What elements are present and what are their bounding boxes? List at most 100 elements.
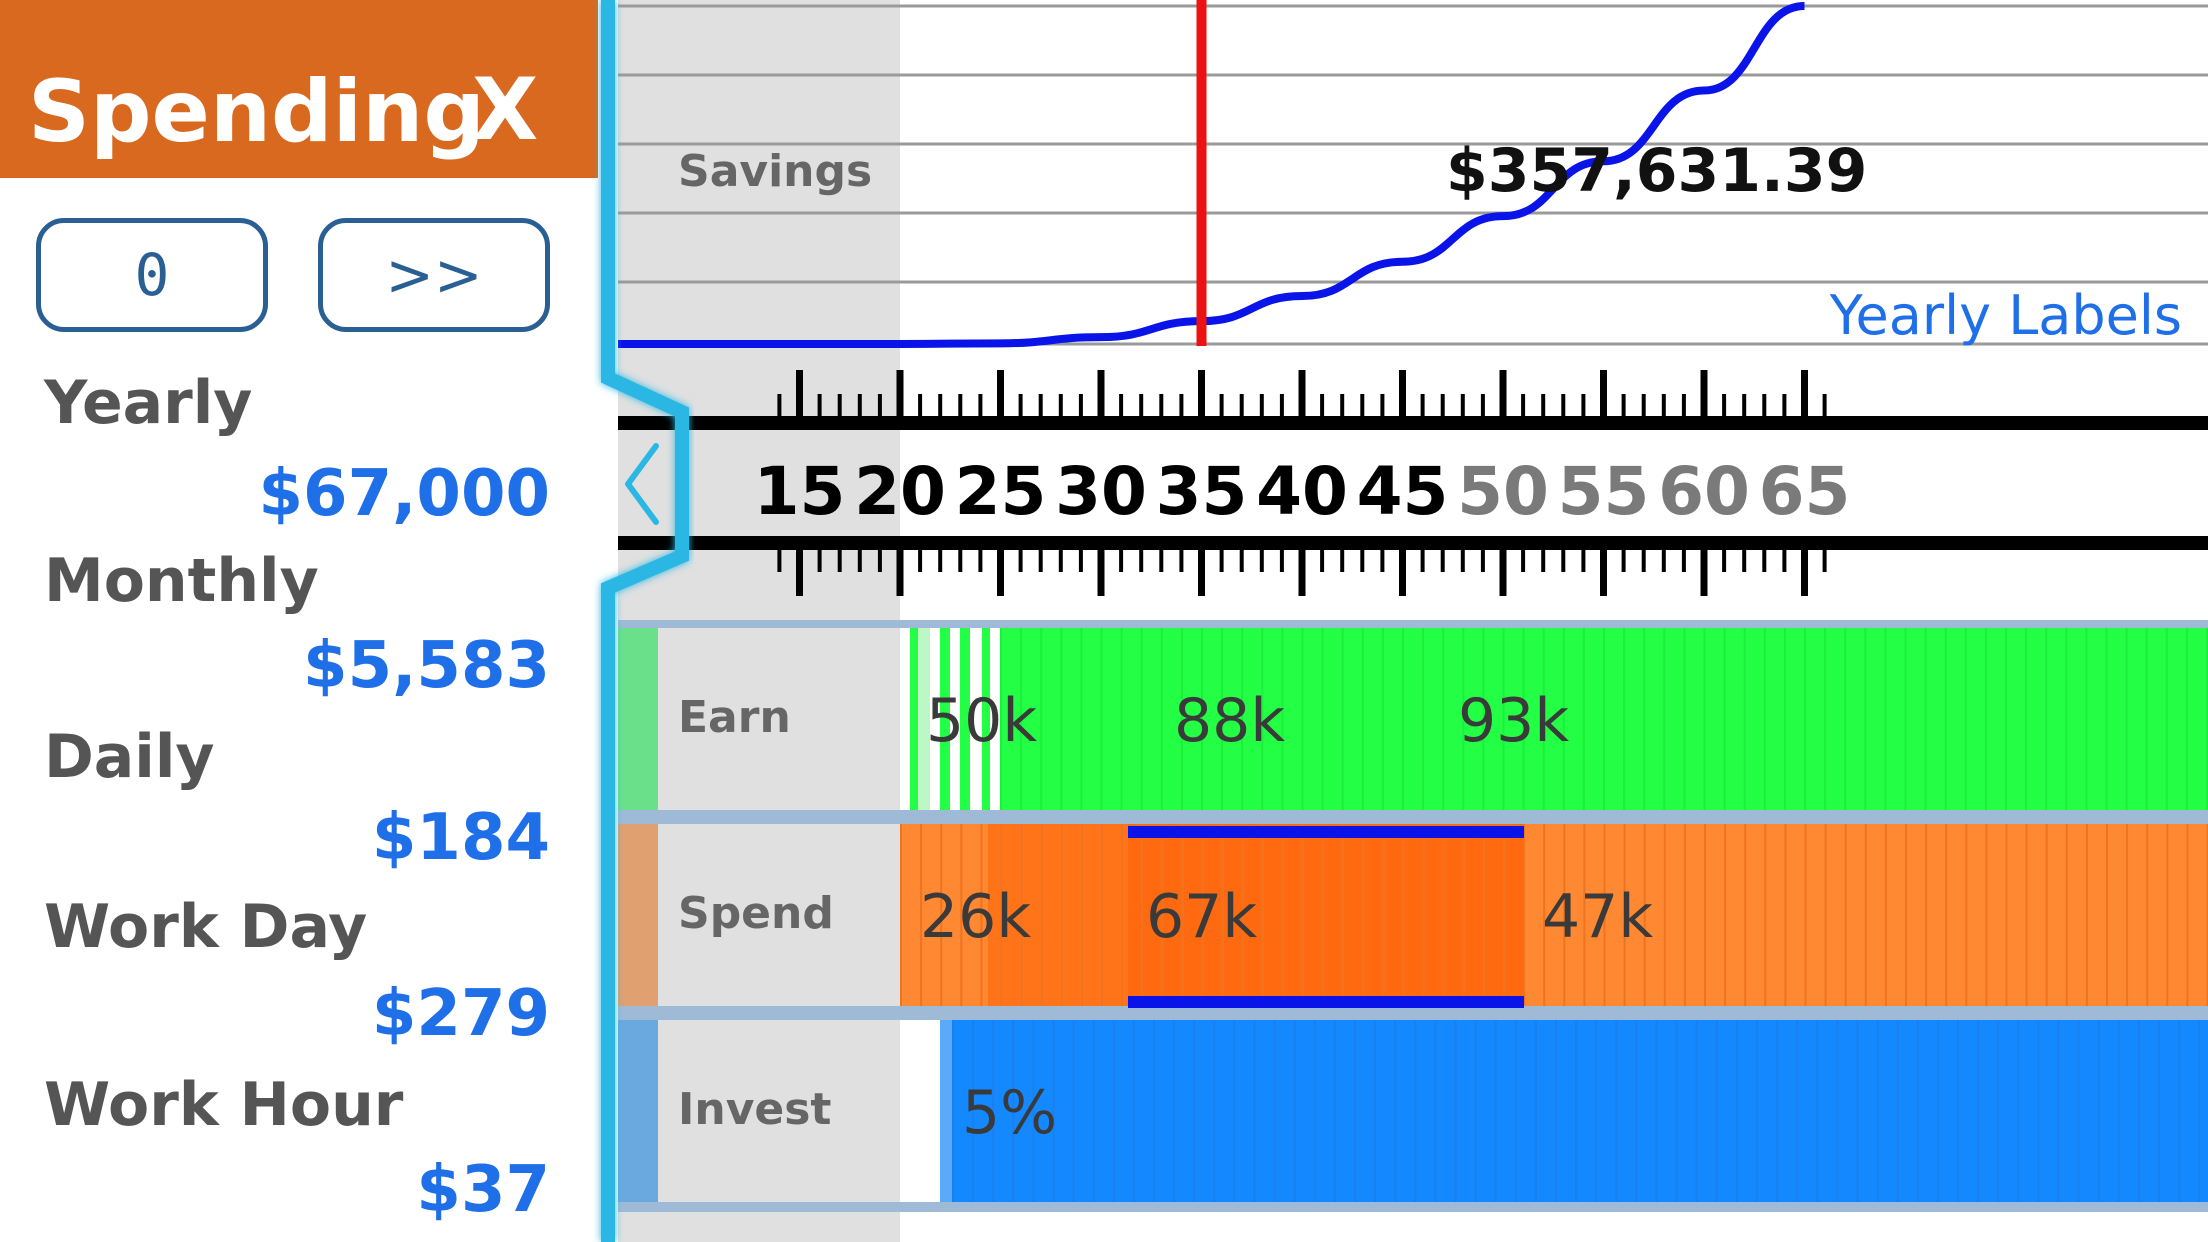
chevron-left-icon[interactable] [625,443,659,525]
year-stripe [1382,824,1385,1006]
work-hour-label: Work Hour [44,1070,404,1140]
earn-band[interactable]: Earn 50k 88k 93k [618,620,2208,816]
close-button[interactable]: X [472,60,538,160]
year-stripe [1160,628,1163,810]
year-stripe [1715,1020,1718,1202]
daily-label: Daily [44,722,215,792]
yearly-label: Yearly [44,368,253,438]
earn-value-3: 93k [1458,686,1570,756]
year-stripe [1924,628,1927,810]
year-stripe [1724,824,1727,1006]
year-stripe [2005,824,2008,1006]
year-stripe [1354,1020,1356,1202]
ruler-age-label: 40 [1256,453,1348,530]
year-stripe [1964,628,1967,810]
work-day-value[interactable]: $279 [372,976,550,1052]
year-stripe [1321,628,1324,810]
year-stripe [1735,1020,1738,1202]
year-stripe [1374,1020,1377,1202]
year-stripe [2037,1020,2040,1202]
year-stripe [2198,1020,2201,1202]
year-stripe [1977,1020,1980,1202]
year-stripe [1703,628,1706,810]
invest-band[interactable]: Invest 5% [618,1012,2208,1212]
year-stripe [1293,1020,1296,1202]
year-stripe [1394,1020,1397,1202]
reset-zero-button[interactable]: 0 [36,218,268,332]
work-day-label: Work Day [44,892,368,962]
year-stripe [900,824,902,1006]
year-stripe [1844,824,1847,1006]
yearly-labels-link[interactable]: Yearly Labels [1830,286,2182,346]
ruler-age-label: 25 [955,453,1047,530]
year-stripe [1233,1020,1236,1202]
year-stripe [2145,628,2148,810]
invest-band-fill [618,1012,2208,1212]
year-stripe [1904,628,1907,810]
year-stripe [2158,1020,2160,1202]
year-stripe [1864,824,1867,1006]
year-stripe [2105,628,2108,810]
year-stripe [1623,628,1626,810]
timeline-area: Savings $357,631.39 Yearly Labels 15 20 25… [618,0,2208,1242]
ruler-age-label: 50 [1457,453,1549,530]
year-stripe [1582,628,1585,810]
year-stripe [1060,824,1063,1006]
year-stripe [1844,628,1847,810]
year-stripe [2057,1020,2060,1202]
year-stripe [1944,628,1947,810]
year-stripe [1153,1020,1155,1202]
year-stripe [1503,824,1505,1006]
year-stripe [1603,628,1605,810]
savings-value: $357,631.39 [1446,136,1868,206]
year-stripe [2045,824,2048,1006]
yearly-value[interactable]: $67,000 [259,456,551,532]
year-stripe [1965,824,1968,1006]
year-stripe [1213,1020,1216,1202]
year-stripe [2165,628,2168,810]
year-stripe [1434,1020,1437,1202]
year-stripe [2085,628,2088,810]
year-stripe [2085,824,2088,1006]
spend-selection-top [1128,826,1524,838]
year-stripe [1884,628,1887,810]
year-stripe [2185,628,2188,810]
year-stripe [1112,1020,1115,1202]
daily-value[interactable]: $184 [372,800,550,876]
year-stripe [2137,1020,2140,1202]
year-stripe [1723,628,1726,810]
year-stripe [1381,628,1384,810]
year-stripe [1896,1020,1899,1202]
age-ruler[interactable]: 15 20 25 30 35 40 45 50 55 60 65 [618,350,2208,616]
year-stripe [1925,824,1928,1006]
spend-band[interactable]: Spend 26k 67k 47k [618,816,2208,1012]
year-stripe [1864,628,1867,810]
year-stripe [1442,824,1445,1006]
monthly-value[interactable]: $5,583 [303,628,550,704]
year-stripe [2065,628,2068,810]
panel-divider [601,0,689,1242]
year-stripe [1695,1020,1698,1202]
ruler-labels: 15 20 25 30 35 40 45 50 55 60 65 [754,453,1851,530]
year-stripe [1140,628,1143,810]
year-stripe [1997,1020,2000,1202]
year-stripe [1402,824,1405,1006]
year-stripe [1876,1020,1879,1202]
year-stripe [1763,628,1766,810]
year-stripe [1173,1020,1176,1202]
year-stripe [1040,824,1043,1006]
year-stripe [1361,628,1364,810]
year-stripe [1281,824,1284,1006]
year-stripe [1884,824,1887,1006]
year-stripe [1555,1020,1557,1202]
year-stripe [2065,824,2068,1006]
year-stripe [1132,1020,1135,1202]
year-stripe [1595,1020,1598,1202]
spend-value-3: 47k [1542,882,1654,952]
year-stripe [1683,824,1686,1006]
year-stripe [1756,1020,1758,1202]
work-hour-value[interactable]: $37 [416,1152,550,1228]
next-button[interactable]: >> [318,218,550,332]
year-stripe [1945,824,1948,1006]
year-stripe [1101,824,1103,1006]
